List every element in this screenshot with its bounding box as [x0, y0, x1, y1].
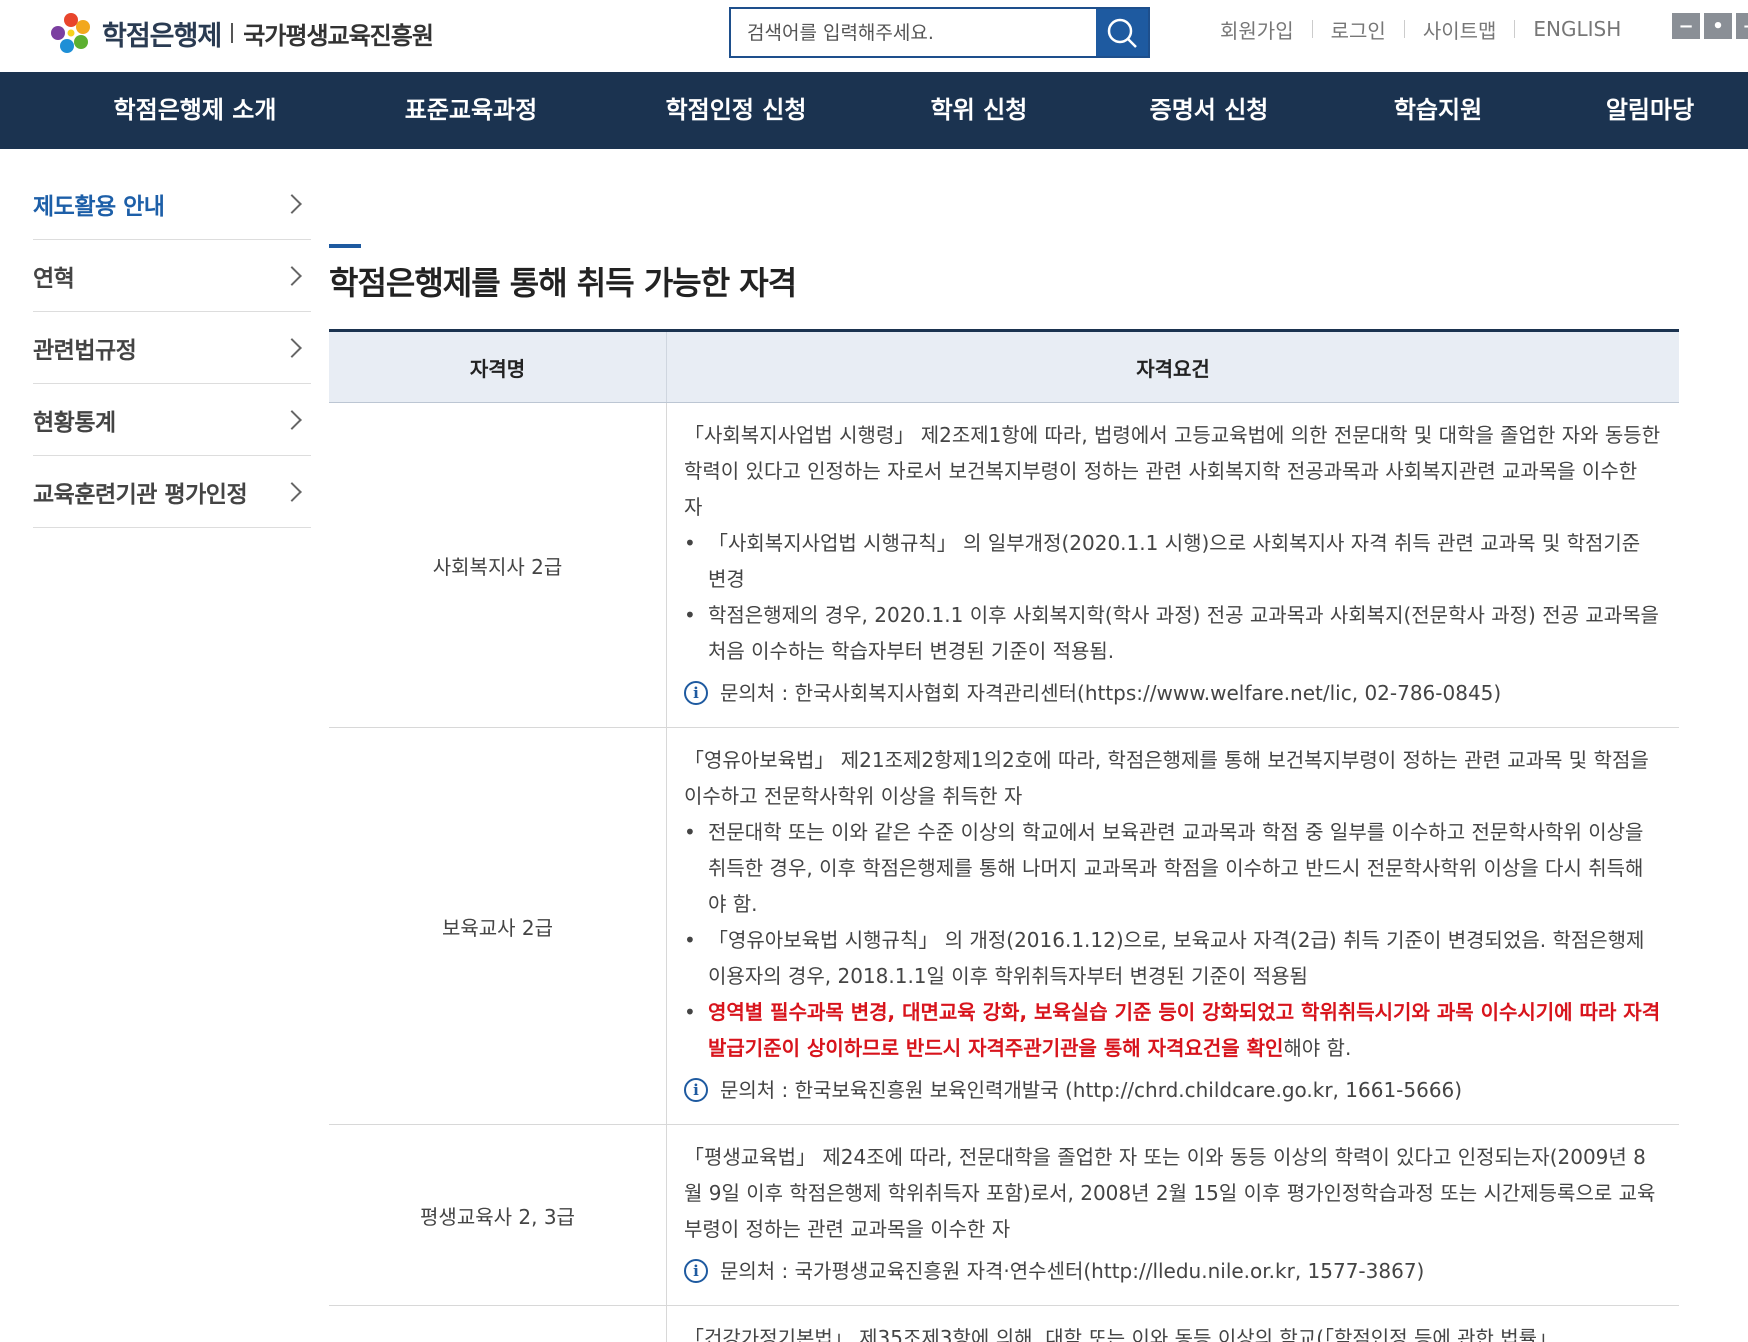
search-box [729, 7, 1150, 58]
nav-item-learning-support[interactable]: 학습지원 [1394, 72, 1482, 149]
list-item: 「사회복지사업법 시행규칙」 의 일부개정(2020.1.1 시행)으로 사회복… [684, 525, 1661, 597]
table-row: 평생교육사 2, 3급 「평생교육법」 제24조에 따라, 전문대학을 졸업한 … [329, 1125, 1679, 1306]
zoom-controls: − • + [1672, 13, 1748, 39]
nav-item-credit-recognition[interactable]: 학점인정 신청 [666, 72, 807, 149]
english-link[interactable]: ENGLISH [1533, 17, 1621, 41]
contact-text: 문의처 : 한국보육진흥원 보육인력개발국 (http://chrd.child… [720, 1078, 1463, 1102]
qualification-name: 보육교사 2급 [329, 728, 667, 1124]
qualification-requirements: 「건강가정기본법」 제35조제3항에 의해, 대학 또는 이와 동등 이상의 학… [667, 1306, 1679, 1342]
column-header-requirements: 자격요건 [1136, 356, 1210, 381]
sidebar-item-statistics[interactable]: 현황통계 [33, 384, 311, 456]
main-navigation: 학점은행제 소개 표준교육과정 학점인정 신청 학위 신청 증명서 신청 학습지… [0, 72, 1748, 149]
sidebar-item-label: 교육훈련기관 평가인정 [33, 481, 248, 508]
sidebar-item-institution-evaluation[interactable]: 교육훈련기관 평가인정 [33, 456, 311, 528]
zoom-in-button[interactable]: + [1736, 13, 1748, 39]
chevron-right-icon [282, 265, 302, 286]
chevron-right-icon [282, 193, 302, 214]
sidebar-item-history[interactable]: 연혁 [33, 240, 311, 312]
requirement-text: 「영유아보육법」 제21조제2항제1의2호에 따라, 학점은행제를 통해 보건복… [684, 748, 1649, 808]
requirement-text: 「건강가정기본법」 제35조제3항에 의해, 대학 또는 이와 동등 이상의 학… [684, 1326, 1558, 1342]
site-header: 학점은행제 국가평생교육진흥원 회원가입 로그인 사이트맵 ENGLISH − … [0, 0, 1748, 72]
nav-item-degree-application[interactable]: 학위 신청 [931, 72, 1028, 149]
qualification-name [329, 1306, 667, 1342]
zoom-out-button[interactable]: − [1672, 13, 1700, 39]
sidebar-item-regulations[interactable]: 관련법규정 [33, 312, 311, 384]
logo-org-text: 국가평생교육진흥원 [243, 21, 434, 50]
qualification-requirements: 「평생교육법」 제24조에 따라, 전문대학을 졸업한 자 또는 이와 동등 이… [667, 1125, 1679, 1305]
nav-item-standard-curriculum[interactable]: 표준교육과정 [405, 72, 537, 149]
sidebar-item-label: 연혁 [33, 265, 75, 292]
zoom-reset-button[interactable]: • [1704, 13, 1732, 39]
table-row: 보육교사 2급 「영유아보육법」 제21조제2항제1의2호에 따라, 학점은행제… [329, 728, 1679, 1125]
nav-item-notice[interactable]: 알림마당 [1606, 72, 1694, 149]
signup-link[interactable]: 회원가입 [1220, 15, 1294, 44]
list-item: 전문대학 또는 이와 같은 수준 이상의 학교에서 보육관련 교과목과 학점 중… [684, 814, 1661, 922]
util-divider [1311, 20, 1313, 38]
contact-info: i 문의처 : 한국사회복지사협회 자격관리센터(https://www.wel… [684, 675, 1661, 711]
list-item: 학점은행제의 경우, 2020.1.1 이후 사회복지학(학사 과정) 전공 교… [684, 597, 1661, 669]
warning-suffix: 해야 함. [1283, 1036, 1352, 1060]
requirement-bullets: 「사회복지사업법 시행규칙」 의 일부개정(2020.1.1 시행)으로 사회복… [684, 525, 1661, 669]
qualification-name: 사회복지사 2급 [329, 403, 667, 727]
search-input[interactable] [731, 9, 1096, 56]
contact-info: i 문의처 : 한국보육진흥원 보육인력개발국 (http://chrd.chi… [684, 1072, 1661, 1108]
requirement-text: 「평생교육법」 제24조에 따라, 전문대학을 졸업한 자 또는 이와 동등 이… [684, 1145, 1656, 1241]
nav-item-intro[interactable]: 학점은행제 소개 [114, 72, 277, 149]
util-divider [1403, 20, 1405, 38]
sidebar-item-label: 관련법규정 [33, 337, 137, 364]
title-accent-bar [329, 244, 361, 248]
sitemap-link[interactable]: 사이트맵 [1423, 15, 1497, 44]
info-icon: i [684, 1259, 708, 1283]
info-icon: i [684, 1078, 708, 1102]
column-header-name: 자격명 [329, 332, 667, 402]
sidebar-item-label: 현황통계 [33, 409, 116, 436]
search-icon [1107, 18, 1137, 48]
table-header: 자격명 자격요건 [329, 332, 1679, 403]
qualification-name: 평생교육사 2, 3급 [329, 1125, 667, 1305]
sidebar-item-label: 제도활용 안내 [33, 193, 165, 220]
qualification-requirements: 「사회복지사업법 시행령」 제2조제1항에 따라, 법령에서 고등교육법에 의한… [667, 403, 1679, 727]
table-row: 사회복지사 2급 「사회복지사업법 시행령」 제2조제1항에 따라, 법령에서 … [329, 403, 1679, 728]
info-icon: i [684, 681, 708, 705]
site-logo[interactable]: 학점은행제 국가평생교육진흥원 [48, 10, 434, 56]
contact-text: 문의처 : 한국사회복지사협회 자격관리센터(https://www.welfa… [720, 681, 1502, 705]
search-button[interactable] [1096, 9, 1148, 56]
contact-text: 문의처 : 국가평생교육진흥원 자격·연수센터(http://lledu.nil… [720, 1259, 1425, 1283]
list-item: 「영유아보육법 시행규칙」 의 개정(2016.1.12)으로, 보육교사 자격… [684, 922, 1661, 994]
list-item-warning: 영역별 필수과목 변경, 대면교육 강화, 보육실습 기준 등이 강화되었고 학… [684, 994, 1661, 1066]
utility-links: 회원가입 로그인 사이트맵 ENGLISH [1220, 14, 1621, 44]
logo-divider [231, 23, 234, 43]
warning-text: 영역별 필수과목 변경, 대면교육 강화, 보육실습 기준 등이 강화되었고 학… [708, 1000, 1661, 1060]
page-title: 학점은행제를 통해 취득 가능한 자격 [329, 264, 797, 302]
requirement-bullets: 전문대학 또는 이와 같은 수준 이상의 학교에서 보육관련 교과목과 학점 중… [684, 814, 1661, 1066]
logo-main-text: 학점은행제 [102, 20, 222, 52]
qualification-requirements: 「영유아보육법」 제21조제2항제1의2호에 따라, 학점은행제를 통해 보건복… [667, 728, 1679, 1124]
contact-info: i 문의처 : 국가평생교육진흥원 자격·연수센터(http://lledu.n… [684, 1253, 1661, 1289]
logo-flower-icon [48, 10, 94, 56]
chevron-right-icon [282, 481, 302, 502]
chevron-right-icon [282, 337, 302, 358]
chevron-right-icon [282, 409, 302, 430]
util-divider [1514, 20, 1516, 38]
login-link[interactable]: 로그인 [1331, 15, 1386, 44]
table-row: 「건강가정기본법」 제35조제3항에 의해, 대학 또는 이와 동등 이상의 학… [329, 1306, 1679, 1342]
qualification-table: 자격명 자격요건 사회복지사 2급 「사회복지사업법 시행령」 제2조제1항에 … [329, 329, 1679, 1342]
nav-item-certificate[interactable]: 증명서 신청 [1150, 72, 1269, 149]
sidebar-menu: 제도활용 안내 연혁 관련법규정 현황통계 교육훈련기관 평가인정 [33, 168, 311, 528]
requirement-text: 「사회복지사업법 시행령」 제2조제1항에 따라, 법령에서 고등교육법에 의한… [684, 423, 1661, 519]
sidebar-item-system-guide[interactable]: 제도활용 안내 [33, 168, 311, 240]
